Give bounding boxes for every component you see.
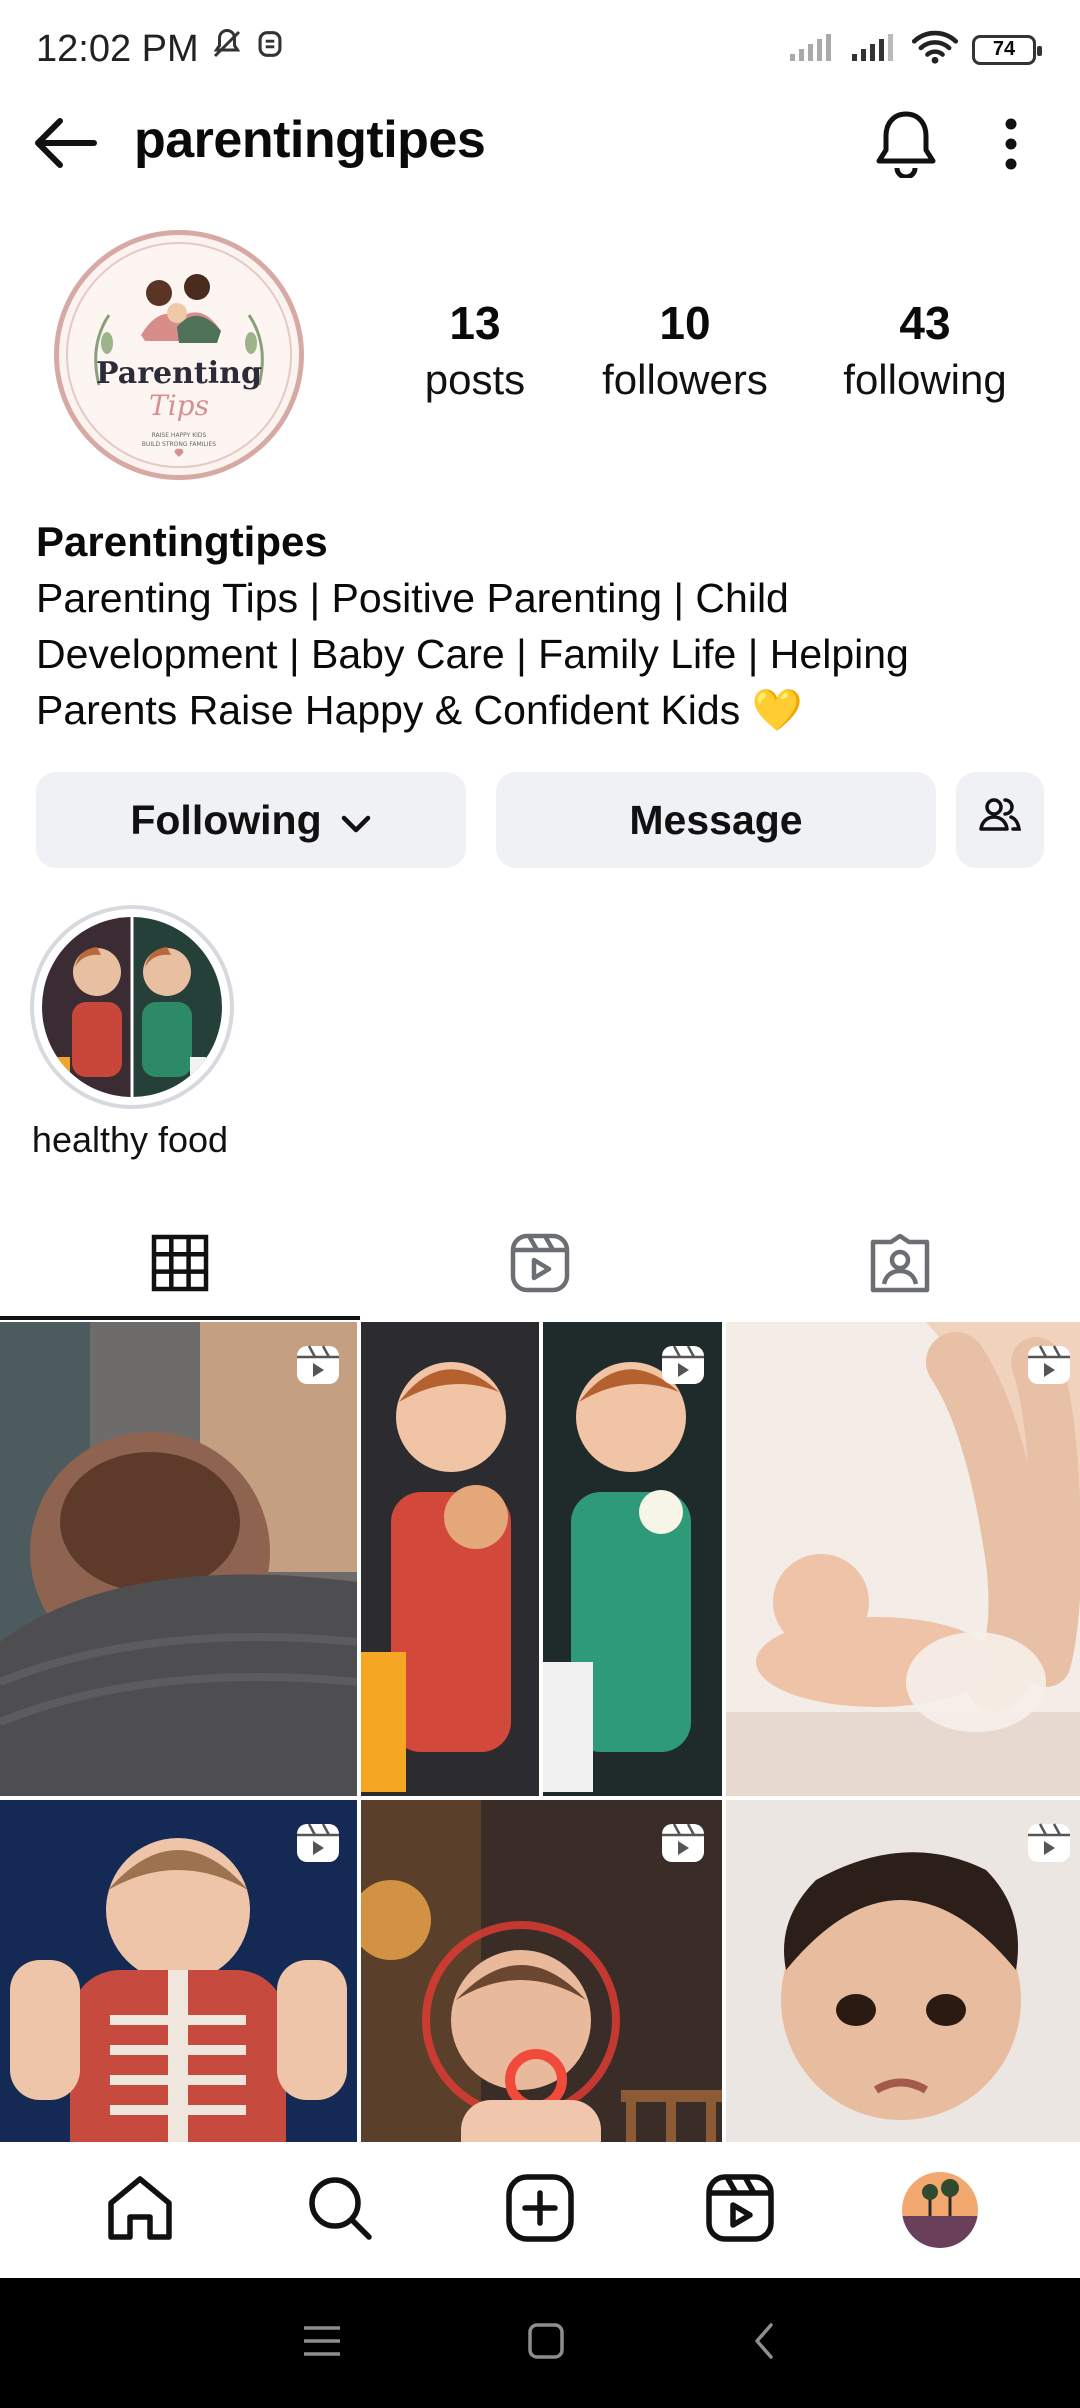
message-button-label: Message bbox=[629, 796, 803, 843]
more-vertical-icon[interactable] bbox=[994, 114, 1028, 174]
grid-icon bbox=[151, 1234, 209, 1297]
bottom-nav bbox=[0, 2142, 1080, 2278]
reel-badge-icon bbox=[295, 1822, 341, 1864]
highlight-ring bbox=[30, 905, 234, 1109]
avatar-tagline-1: RAISE HAPPY KIDS bbox=[152, 432, 207, 439]
posts-grid bbox=[0, 1322, 1080, 2142]
bio-line: Parents Raise Happy & Confident Kids 💛 bbox=[36, 687, 803, 733]
stat-posts[interactable]: 13 posts bbox=[410, 296, 540, 404]
profile-header: parentingtipes bbox=[0, 100, 1080, 184]
wifi-icon bbox=[911, 30, 959, 69]
reel-badge-icon bbox=[660, 1344, 706, 1386]
status-time-group: 12:02 PM bbox=[36, 26, 285, 72]
profile-avatar bbox=[902, 2172, 978, 2248]
reels-icon bbox=[705, 2173, 775, 2248]
header-username: parentingtipes bbox=[134, 111, 486, 169]
avatar-logo-text: Parenting bbox=[96, 356, 262, 391]
chevron-down-icon bbox=[340, 797, 372, 844]
alarm-icon bbox=[255, 27, 285, 71]
reel-badge-icon bbox=[1026, 1822, 1072, 1864]
reel-badge-icon bbox=[660, 1822, 706, 1864]
suggested-people-button[interactable] bbox=[956, 772, 1044, 868]
profile-tabs bbox=[0, 1210, 1080, 1320]
mute-bell-icon bbox=[209, 26, 245, 72]
back-arrow-icon[interactable] bbox=[30, 116, 100, 170]
post-thumbnail[interactable] bbox=[726, 1800, 1080, 2142]
followers-label: followers bbox=[602, 356, 768, 403]
menu-icon[interactable] bbox=[301, 2323, 343, 2364]
status-bar: 12:02 PM 74 bbox=[0, 0, 1080, 100]
following-button[interactable]: Following bbox=[36, 772, 466, 868]
posts-count: 13 bbox=[449, 297, 501, 349]
reels-icon bbox=[509, 1232, 571, 1299]
status-icons: 74 bbox=[788, 30, 1042, 69]
home-icon bbox=[105, 2173, 175, 2248]
bio-line: Development | Baby Care | Family Life | … bbox=[36, 631, 909, 677]
following-count: 43 bbox=[899, 297, 951, 349]
post-thumbnail[interactable] bbox=[361, 1800, 722, 2142]
story-highlight[interactable]: healthy food bbox=[30, 905, 234, 1161]
tab-tagged[interactable] bbox=[720, 1210, 1080, 1320]
battery-icon: 74 bbox=[972, 34, 1042, 65]
reel-badge-icon bbox=[1026, 1344, 1072, 1386]
search-icon bbox=[305, 2173, 375, 2248]
message-button[interactable]: Message bbox=[496, 772, 936, 868]
home-square-icon[interactable] bbox=[526, 2321, 566, 2366]
post-thumbnail[interactable] bbox=[361, 1322, 722, 1796]
following-label: following bbox=[843, 356, 1007, 403]
display-name: Parentingtipes bbox=[36, 518, 328, 565]
nav-home[interactable] bbox=[95, 2165, 185, 2255]
nav-profile[interactable] bbox=[895, 2165, 985, 2255]
tab-reels[interactable] bbox=[360, 1210, 720, 1320]
bell-icon[interactable] bbox=[872, 108, 940, 180]
avatar-tagline-2: BUILD STRONG FAMILIES bbox=[142, 441, 216, 448]
post-thumbnail[interactable] bbox=[0, 1800, 357, 2142]
post-thumbnail[interactable] bbox=[726, 1322, 1080, 1796]
status-time: 12:02 PM bbox=[36, 27, 199, 70]
create-icon bbox=[505, 2173, 575, 2248]
following-button-label: Following bbox=[130, 796, 322, 843]
post-thumbnail[interactable] bbox=[0, 1322, 357, 1796]
highlight-cover bbox=[42, 917, 222, 1097]
reel-badge-icon bbox=[295, 1344, 341, 1386]
bio-line: Parenting Tips | Positive Parenting | Ch… bbox=[36, 575, 789, 621]
posts-label: posts bbox=[424, 356, 526, 403]
system-nav-bar bbox=[0, 2278, 1080, 2408]
signal-icon bbox=[788, 32, 836, 67]
highlight-label: healthy food bbox=[31, 1119, 229, 1160]
profile-avatar[interactable]: Parenting Tips RAISE HAPPY KIDS BUILD ST… bbox=[54, 230, 304, 480]
signal-icon bbox=[850, 32, 898, 67]
nav-reels[interactable] bbox=[695, 2165, 785, 2255]
nav-search[interactable] bbox=[295, 2165, 385, 2255]
back-icon[interactable] bbox=[749, 2321, 779, 2366]
tab-posts[interactable] bbox=[0, 1210, 360, 1320]
avatar-logo-script: Tips bbox=[149, 389, 209, 422]
followers-count: 10 bbox=[659, 297, 711, 349]
stat-followers[interactable]: 10 followers bbox=[585, 296, 785, 404]
stat-following[interactable]: 43 following bbox=[830, 296, 1020, 404]
nav-create[interactable] bbox=[495, 2165, 585, 2255]
profile-bio: Parentingtipes Parenting Tips | Positive… bbox=[36, 514, 1046, 738]
tagged-icon bbox=[869, 1232, 931, 1299]
add-people-icon bbox=[978, 795, 1022, 845]
